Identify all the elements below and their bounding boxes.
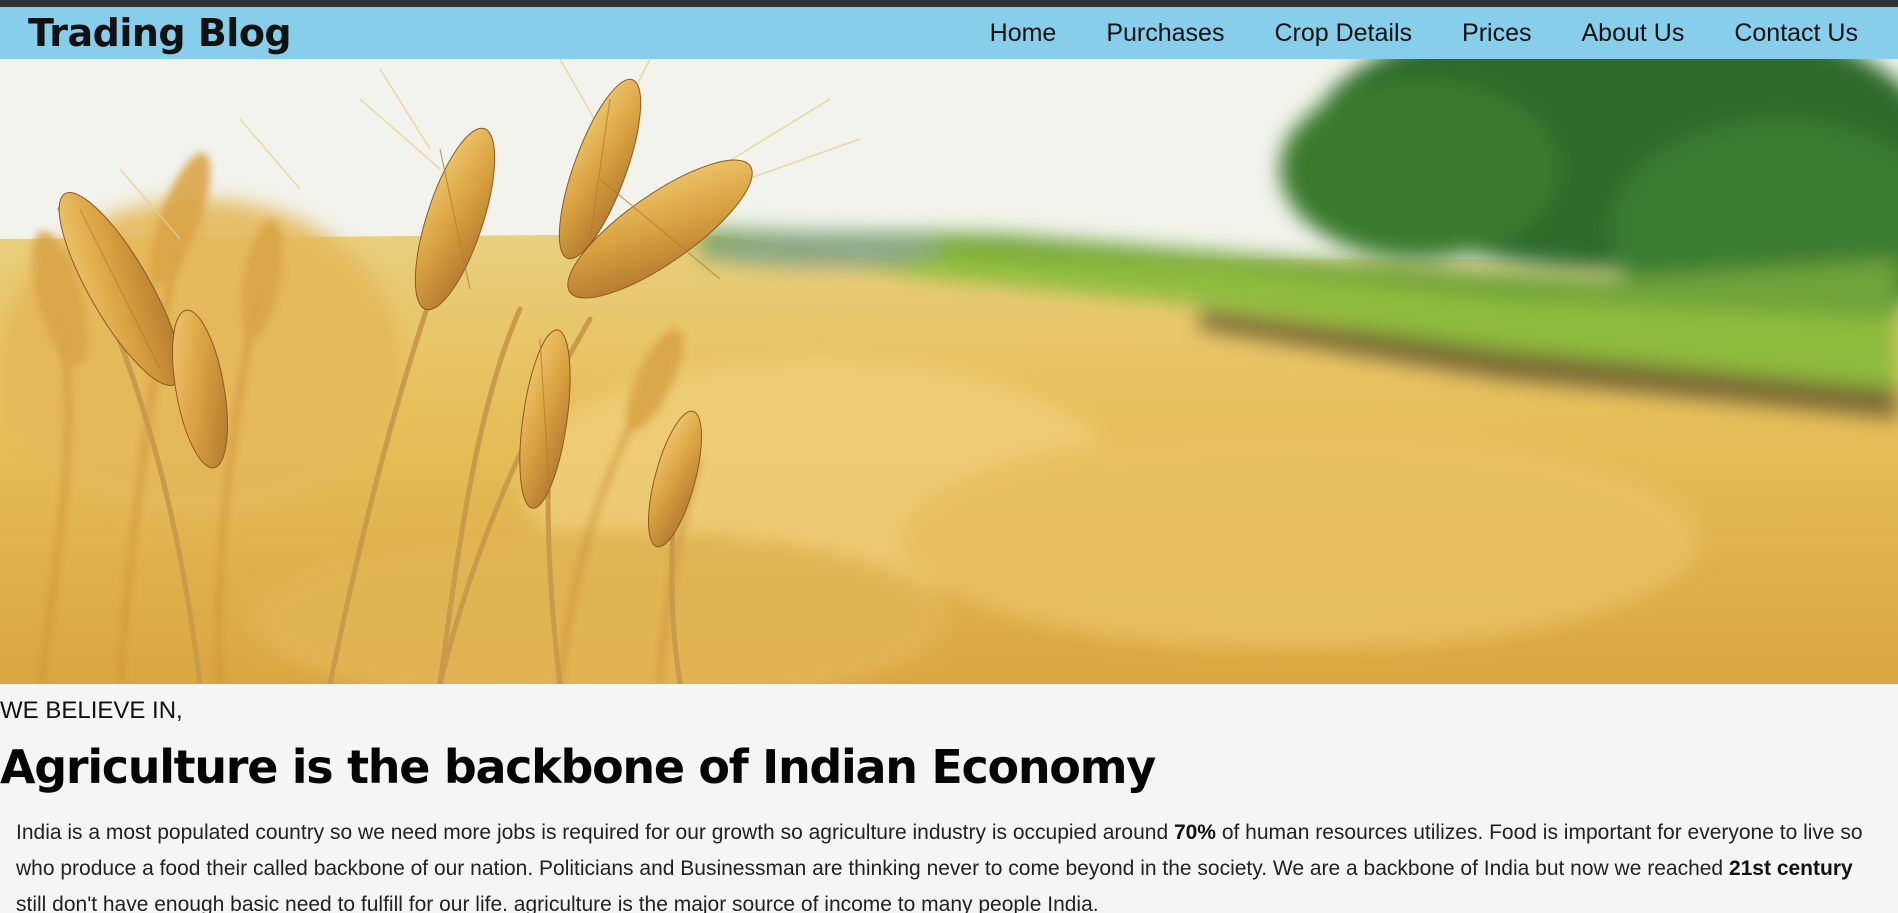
site-brand[interactable]: Trading Blog (28, 11, 292, 55)
paragraph-highlight-percentage: 70% (1173, 821, 1216, 844)
paragraph-highlight-century: 21st century (1728, 857, 1853, 880)
intro-paragraph: India is a most populated country so we … (16, 815, 1886, 913)
wheat-field-illustration (0, 59, 1898, 684)
paragraph-text-1: India is a most populated country so we … (16, 821, 1174, 844)
page-headline: Agriculture is the backbone of Indian Ec… (0, 740, 1156, 794)
hero-image (0, 59, 1898, 684)
nav-link-purchases[interactable]: Purchases (1106, 19, 1224, 48)
nav-links: Home Purchases Crop Details Prices About… (940, 19, 1858, 48)
nav-link-crop-details[interactable]: Crop Details (1274, 19, 1412, 48)
top-strip (0, 0, 1898, 7)
nav-link-prices[interactable]: Prices (1462, 19, 1531, 48)
paragraph-text-3: still don't have enough basic need to fu… (16, 893, 1099, 913)
nav-link-home[interactable]: Home (990, 19, 1057, 48)
navbar: Trading Blog Home Purchases Crop Details… (0, 7, 1898, 59)
nav-link-about-us[interactable]: About Us (1581, 19, 1684, 48)
nav-link-contact-us[interactable]: Contact Us (1734, 19, 1858, 48)
kicker-text: WE BELIEVE IN, (0, 697, 183, 724)
